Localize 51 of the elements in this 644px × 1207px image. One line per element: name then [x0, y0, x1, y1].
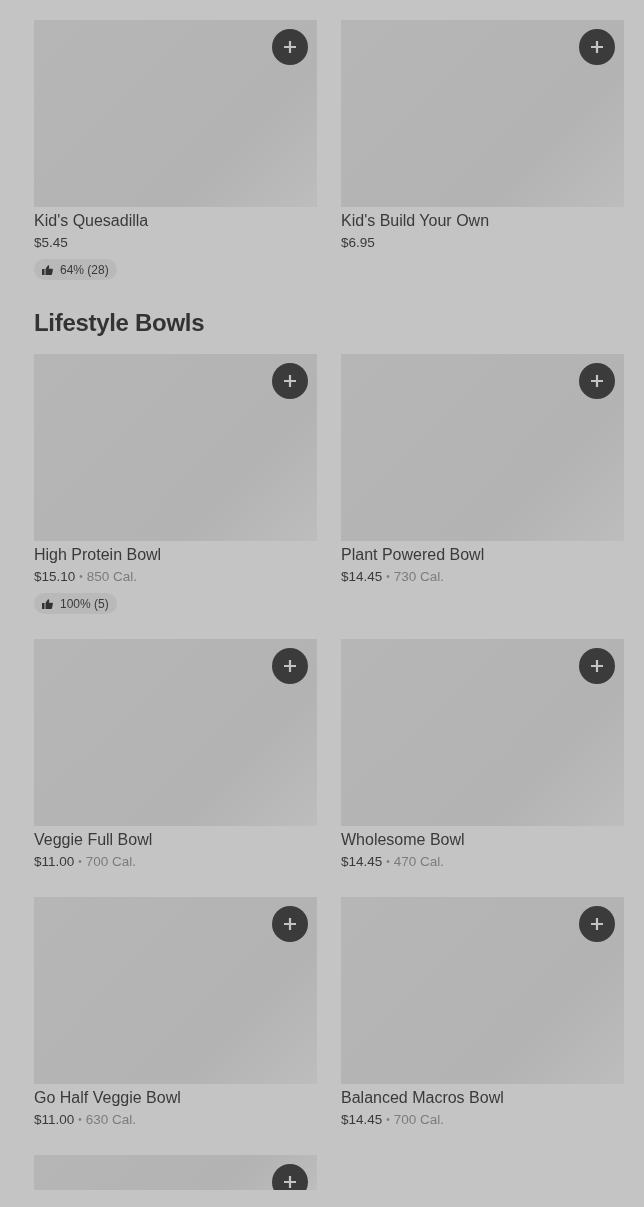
plus-icon [284, 41, 296, 53]
item-calories: 730 Cal. [393, 568, 445, 586]
item-price: $6.95 [341, 234, 375, 252]
separator-dot: • [386, 1113, 390, 1127]
add-button[interactable] [272, 648, 308, 684]
thumbs-up-icon [42, 598, 53, 609]
add-button[interactable] [272, 363, 308, 399]
item-name: Balanced Macros Bowl [341, 1088, 505, 1108]
separator-dot: • [386, 570, 390, 584]
item-price: $15.10 [34, 568, 76, 586]
plus-icon [284, 918, 296, 930]
separator-dot: • [78, 855, 82, 869]
item-name: Kid's Quesadilla [34, 211, 150, 231]
item-calories: 470 Cal. [393, 853, 445, 871]
plus-icon [591, 918, 603, 930]
item-price: $14.45 [341, 1111, 383, 1129]
add-button[interactable] [272, 29, 308, 65]
separator-dot: • [78, 1113, 82, 1127]
plus-icon [591, 41, 603, 53]
item-price: $11.00 [34, 853, 75, 871]
add-button[interactable] [579, 29, 615, 65]
item-name: Go Half Veggie Bowl [34, 1088, 182, 1108]
add-button[interactable] [579, 363, 615, 399]
item-price: $5.45 [34, 234, 68, 252]
add-button[interactable] [272, 906, 308, 942]
plus-icon [591, 375, 603, 387]
plus-icon [284, 660, 296, 672]
plus-icon [284, 375, 296, 387]
item-name: Plant Powered Bowl [341, 545, 486, 565]
add-button[interactable] [579, 906, 615, 942]
item-name: Veggie Full Bowl [34, 830, 154, 850]
item-name: Kid's Build Your Own [341, 211, 491, 231]
item-name: High Protein Bowl [34, 545, 163, 565]
plus-icon [591, 660, 603, 672]
item-calories: 700 Cal. [393, 1111, 445, 1129]
item-price: $14.45 [341, 568, 383, 586]
add-button[interactable] [272, 1164, 308, 1190]
separator-dot: • [79, 570, 83, 584]
rating-text: 64% (28) [60, 262, 109, 277]
rating-text: 100% (5) [60, 596, 109, 611]
add-button[interactable] [579, 648, 615, 684]
item-price: $14.45 [341, 853, 383, 871]
plus-icon [284, 1176, 296, 1188]
thumbs-up-icon [42, 264, 53, 275]
item-calories: 850 Cal. [86, 568, 138, 586]
item-price: $11.00 [34, 1111, 75, 1129]
item-name: Wholesome Bowl [341, 830, 466, 850]
separator-dot: • [386, 855, 390, 869]
section-heading: Lifestyle Bowls [34, 309, 206, 337]
item-calories: 630 Cal. [85, 1111, 137, 1129]
item-calories: 700 Cal. [85, 853, 137, 871]
